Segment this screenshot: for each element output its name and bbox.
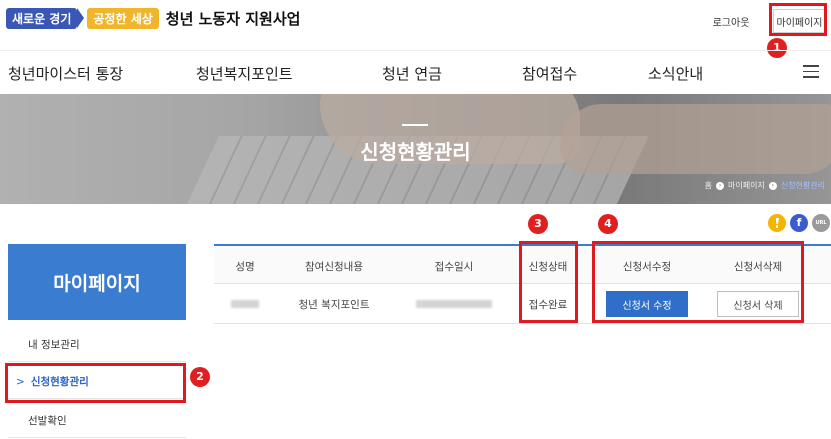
- nav-item-youth-pension[interactable]: 청년 연금: [382, 63, 442, 84]
- sidebar-title: 마이페이지: [8, 244, 186, 320]
- chevron-right-icon: ›: [716, 181, 725, 190]
- annotation-box-sidebar: [5, 363, 186, 403]
- top-bar: 새로운 경기 공정한 세상 청년 노동자 지원사업 로그아웃 마이페이지: [0, 0, 831, 40]
- nav-item-welfare-points[interactable]: 청년복지포인트: [196, 63, 293, 84]
- hero-banner: 신청현황관리 홈 › 마이페이지 › 신청현황관리: [0, 94, 831, 204]
- cell-program: 청년 복지포인트: [298, 298, 370, 311]
- nav-item-meister-account[interactable]: 청년마이스터 통장: [8, 63, 123, 84]
- hero-divider: [402, 124, 428, 126]
- column-header-date: 접수일시: [434, 260, 474, 273]
- site-title: 청년 노동자 지원사업: [165, 9, 301, 28]
- brand-slogan-part2: 공정한 세상: [87, 7, 159, 29]
- annotation-badge-2: 2: [190, 367, 210, 387]
- breadcrumb: 홈 › 마이페이지 › 신청현황관리: [705, 180, 825, 191]
- facebook-icon[interactable]: f: [790, 214, 808, 232]
- breadcrumb-mypage[interactable]: 마이페이지: [728, 180, 765, 191]
- logout-button[interactable]: 로그아웃: [702, 9, 760, 33]
- annotation-box-actions: [592, 241, 804, 323]
- hamburger-icon[interactable]: [803, 65, 819, 78]
- annotation-badge-3: 3: [528, 214, 548, 234]
- nav-item-application[interactable]: 참여접수: [522, 63, 577, 84]
- annotation-box-status: [519, 241, 578, 323]
- site-logo[interactable]: 새로운 경기 공정한 세상 청년 노동자 지원사업: [6, 7, 300, 29]
- page-title: 신청현황관리: [360, 140, 471, 164]
- cell-name-redacted: [214, 284, 276, 324]
- brand-slogan-part1: 새로운 경기: [6, 7, 85, 29]
- column-header-program: 참여신청내용: [305, 260, 363, 273]
- main-nav: 청년마이스터 통장 청년복지포인트 청년 연금 참여접수 소식안내: [0, 50, 831, 92]
- nav-item-news[interactable]: 소식안내: [648, 63, 703, 84]
- breadcrumb-home[interactable]: 홈: [705, 180, 712, 191]
- sidebar-item-label: 선발확인: [28, 415, 67, 427]
- breadcrumb-current: 신청현황관리: [780, 181, 825, 190]
- annotation-box-mypage: [769, 3, 827, 36]
- sidebar-item-my-info[interactable]: 내 정보관리: [8, 328, 186, 362]
- sidebar-item-label: 내 정보관리: [28, 339, 80, 351]
- kakaostory-icon[interactable]: [768, 214, 786, 232]
- annotation-badge-4: 4: [598, 214, 618, 234]
- column-header-name: 성명: [235, 260, 255, 273]
- sidebar-item-selection-check[interactable]: 선발확인: [8, 404, 186, 438]
- url-share-icon[interactable]: URL: [812, 214, 830, 232]
- cell-date-redacted: [392, 284, 516, 324]
- chevron-right-icon: ›: [768, 181, 777, 190]
